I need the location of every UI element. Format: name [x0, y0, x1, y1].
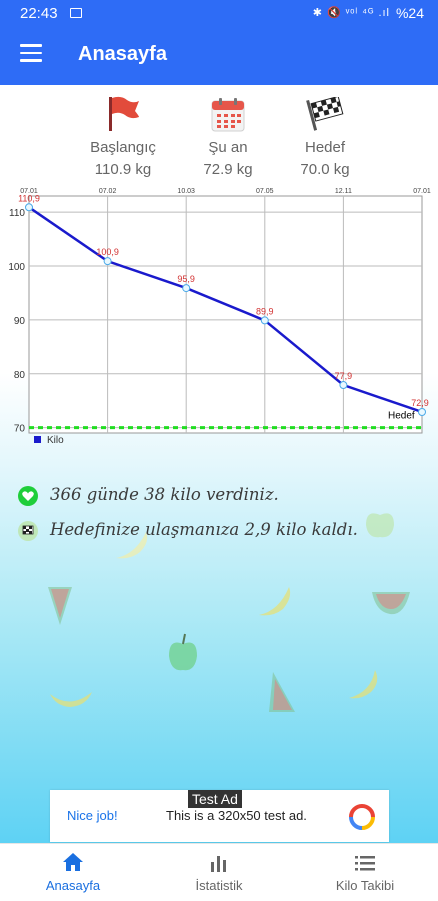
- y-tick-label: 100: [8, 262, 25, 273]
- stat-target: Hedef 70.0 kg: [270, 95, 380, 178]
- status-bar: 22:43 ✱ 🔇 ᵛᵒˡ ⁴ᴳ .ıl %24: [0, 0, 438, 28]
- weight-chart: 07.01 07.02 10.03 07.05 12.11 07.01 708090100…: [8, 188, 431, 446]
- nav-label: İstatistik: [195, 878, 243, 893]
- stat-current: Şu an 72.9 kg: [173, 95, 283, 178]
- checkered-flag-icon: [306, 97, 344, 131]
- apple-icon: [169, 633, 197, 671]
- data-label: 95,9: [177, 274, 195, 284]
- x-tick-label: 12.11: [335, 188, 352, 195]
- calendar-icon: [211, 98, 245, 132]
- banana-icon: [349, 670, 378, 699]
- watermelon-icon: [269, 672, 295, 712]
- stat-value: 70.0 kg: [300, 161, 350, 178]
- stat-start: Başlangıç 110.9 kg: [68, 95, 178, 178]
- page-title: Anasayfa: [78, 43, 167, 65]
- gallery-notification-icon: [70, 8, 82, 18]
- y-tick-label: 70: [14, 424, 26, 435]
- bar-chart-icon: [211, 856, 226, 872]
- legend-label: Kilo: [47, 435, 64, 446]
- y-tick-label: 90: [14, 316, 26, 327]
- legend-swatch: [34, 436, 41, 443]
- data-point: [103, 257, 112, 266]
- ad-text: This is a 320x50 test ad.: [166, 808, 307, 823]
- watermelon-icon: [372, 592, 410, 615]
- nav-item-statistics[interactable]: İstatistik: [146, 844, 292, 901]
- data-point: [339, 381, 348, 390]
- battery-level: %24: [395, 5, 424, 21]
- app-bar: Anasayfa: [0, 28, 438, 85]
- watermelon-icon: [48, 587, 72, 625]
- x-tick-label: 10.03: [177, 188, 195, 195]
- stat-label: Başlangıç: [90, 139, 156, 156]
- nav-label: Kilo Takibi: [335, 878, 395, 893]
- x-tick-label: 07.01: [413, 188, 431, 195]
- status-time: 22:43: [20, 5, 58, 22]
- ad-banner[interactable]: Nice job! This is a 320x50 test ad. Test…: [50, 790, 389, 842]
- nav-label: Anasayfa: [45, 878, 101, 893]
- data-label: 72,9: [411, 398, 429, 408]
- progress-message: 366 günde 38 kilo verdiniz.: [18, 485, 418, 506]
- data-point: [260, 316, 269, 325]
- message-text: Hedefinize ulaşmanıza 2,9 kilo kaldı.: [50, 520, 358, 539]
- data-label: 100,9: [96, 247, 119, 257]
- banana-icon: [259, 587, 291, 616]
- x-tick-label: 07.05: [256, 188, 274, 195]
- data-point: [182, 284, 191, 293]
- ad-logo-icon: [349, 804, 375, 830]
- banana-icon: [50, 692, 92, 707]
- stat-value: 110.9 kg: [94, 161, 152, 178]
- data-label: 110,9: [18, 193, 40, 203]
- flag-icon: [109, 96, 139, 131]
- list-icon: [355, 856, 375, 871]
- bottom-navigation: Anasayfa İstatistik Kilo Takibi: [0, 843, 438, 901]
- y-tick-label: 80: [14, 370, 26, 381]
- ad-nice-text: Nice job!: [67, 808, 118, 823]
- heart-badge-icon: [18, 485, 38, 506]
- status-icons: ✱ 🔇 ᵛᵒˡ ⁴ᴳ .ıl: [312, 7, 390, 19]
- stat-label: Hedef: [304, 139, 346, 156]
- nav-item-home[interactable]: Anasayfa: [0, 844, 146, 901]
- target-label: Hedef: [388, 411, 415, 422]
- home-icon: [63, 853, 83, 871]
- plot-area: [28, 195, 423, 434]
- data-point: [25, 203, 33, 212]
- checkered-badge-icon: [18, 520, 38, 541]
- remaining-message: Hedefinize ulaşmanıza 2,9 kilo kaldı.: [18, 520, 418, 541]
- stat-value: 72.9 kg: [203, 161, 253, 178]
- nav-item-weight-tracking[interactable]: Kilo Takibi: [292, 844, 438, 901]
- data-label: 89,9: [256, 306, 274, 316]
- test-ad-label: Test Ad: [188, 790, 242, 808]
- chart-legend: Kilo: [34, 435, 64, 446]
- y-tick-label: 110: [9, 208, 25, 219]
- x-tick-label: 07.02: [99, 188, 117, 195]
- stat-label: Şu an: [208, 139, 248, 156]
- data-point: [418, 407, 426, 416]
- message-text: 366 günde 38 kilo verdiniz.: [50, 485, 279, 504]
- hamburger-menu-icon[interactable]: [20, 44, 42, 62]
- data-label: 77,9: [335, 371, 353, 381]
